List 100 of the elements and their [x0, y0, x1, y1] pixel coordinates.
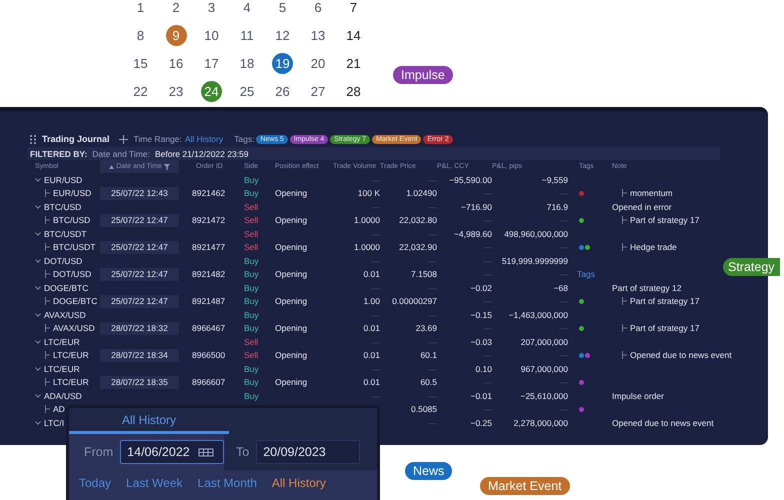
preset-link[interactable]: Last Week	[126, 476, 183, 490]
side-text: Buy	[244, 174, 259, 185]
calendar-day[interactable]: 5	[272, 0, 293, 18]
calendar-day[interactable]: 21	[343, 53, 364, 74]
number-text: —	[372, 390, 380, 401]
chevron-down-icon[interactable]	[35, 366, 41, 371]
drag-handle-icon[interactable]	[30, 134, 36, 144]
symbol-text: LTC/EUR	[44, 364, 80, 374]
calendar-day[interactable]: 18	[236, 53, 258, 74]
position-effect-text: Opening	[275, 269, 308, 280]
calendar-day[interactable]: 14	[343, 25, 364, 46]
filter-value: Before 21/12/2022 23:59	[154, 148, 249, 158]
number-text: —	[560, 323, 568, 334]
preset-link[interactable]: All History	[272, 476, 326, 490]
calendar-day[interactable]: 9	[166, 25, 186, 46]
preset-link[interactable]: Last Month	[198, 476, 257, 490]
calendar-day[interactable]: 27	[308, 81, 328, 102]
tree-branch-icon	[45, 216, 50, 224]
position-effect-text: Opening	[275, 188, 308, 198]
calendar-day[interactable]: 25	[236, 81, 258, 102]
calendar-day[interactable]: 3	[201, 0, 222, 18]
position-effect-text: Opening	[275, 350, 308, 360]
number-text: 1.0000	[354, 215, 380, 226]
tree-branch-icon	[45, 189, 50, 198]
calendar-day[interactable]: 2	[166, 0, 186, 18]
tree-branch-icon	[622, 324, 627, 332]
calendar-day[interactable]: 16	[166, 53, 186, 74]
note-text: Opened due to news event	[630, 350, 732, 360]
number-text: —	[372, 174, 380, 185]
calendar-day[interactable]: 4	[236, 0, 258, 18]
chevron-down-icon[interactable]	[35, 312, 41, 317]
calendar-icon[interactable]	[198, 448, 214, 456]
to-date-field[interactable]: 20/09/2023	[256, 440, 360, 464]
sort-ascending-icon	[109, 164, 114, 168]
order-id-text: 8966467	[192, 323, 226, 334]
calendar-day[interactable]: 23	[166, 81, 186, 102]
number-text: 519,999.9999999	[502, 256, 568, 266]
filter-icon[interactable]	[164, 164, 170, 170]
number-text: —	[484, 256, 492, 266]
side-text: Sell	[244, 336, 258, 347]
calendar-day[interactable]: 15	[130, 53, 151, 74]
tree-branch-icon	[622, 216, 627, 224]
number-text: 22,032.80	[399, 215, 437, 226]
number-text: 0.10	[475, 364, 492, 374]
calendar-day[interactable]: 10	[201, 25, 222, 46]
chevron-down-icon[interactable]	[35, 340, 41, 344]
number-text: 0.5085	[411, 404, 437, 414]
number-text: —	[560, 377, 568, 388]
calendar-day[interactable]: 12	[272, 25, 293, 46]
date-cell: 25/07/22 12:47	[100, 214, 179, 226]
date-cell: 28/07/22 18:34	[100, 349, 179, 362]
tree-branch-icon	[622, 189, 627, 198]
chevron-down-icon[interactable]	[35, 178, 41, 182]
position-effect-text: Opening	[275, 323, 308, 334]
calendar-day[interactable]: 22	[130, 81, 151, 102]
calendar-day[interactable]: 13	[308, 25, 328, 46]
order-id-text: 8921487	[192, 296, 226, 306]
number-text: 1.02490	[406, 188, 437, 198]
symbol-text: DOT/USD	[53, 269, 92, 280]
calendar-day[interactable]: 26	[272, 81, 293, 102]
note-text: Hedge trade	[630, 242, 677, 252]
chevron-down-icon[interactable]	[35, 420, 41, 425]
calendar-day[interactable]: 20	[308, 53, 328, 74]
number-text: —	[428, 336, 437, 347]
calendar-day[interactable]: 1	[130, 0, 151, 18]
tree-branch-icon	[45, 405, 50, 414]
calendar-day[interactable]: 28	[343, 81, 364, 102]
number-text: −95,590.00	[449, 174, 492, 185]
from-date-field[interactable]: 14/06/2022	[120, 440, 224, 464]
tag-label: Impulse	[393, 66, 453, 84]
calendar-day[interactable]: 17	[201, 53, 222, 74]
calendar-day[interactable]: 24	[201, 81, 222, 102]
symbol-text: ADA/USD	[44, 390, 82, 401]
calendar-day[interactable]: 8	[130, 25, 151, 46]
calendar-day[interactable]: 19	[272, 53, 293, 74]
number-text: —	[484, 323, 492, 334]
tags-link[interactable]: Tags	[577, 269, 595, 280]
chevron-down-icon[interactable]	[35, 258, 41, 263]
chevron-down-icon[interactable]	[35, 286, 41, 290]
preset-link[interactable]: Today	[79, 476, 112, 490]
chevron-down-icon[interactable]	[35, 204, 41, 209]
number-text: —	[428, 256, 437, 266]
number-text: —	[560, 296, 568, 306]
chevron-down-icon[interactable]	[35, 232, 41, 236]
calendar-day[interactable]: 7	[343, 0, 364, 18]
note-text: Opened due to news event	[612, 418, 714, 428]
calendar-day[interactable]: 11	[236, 25, 258, 46]
tag-label: Strategy	[723, 258, 780, 276]
number-text: 0.01	[363, 350, 380, 360]
filter-label: FILTERED BY:	[30, 148, 88, 158]
number-text: 0.01	[363, 323, 380, 334]
side-text: Sell	[244, 228, 258, 239]
time-range-link[interactable]: All History	[184, 134, 224, 144]
number-text: —	[484, 215, 492, 226]
number-text: —	[560, 269, 568, 280]
calendar-day[interactable]: 6	[308, 0, 328, 18]
number-text: 967,000,000	[520, 364, 568, 374]
chevron-down-icon[interactable]	[35, 394, 41, 398]
symbol-text: BTC/USDT	[44, 228, 86, 239]
add-icon[interactable]	[118, 134, 128, 144]
